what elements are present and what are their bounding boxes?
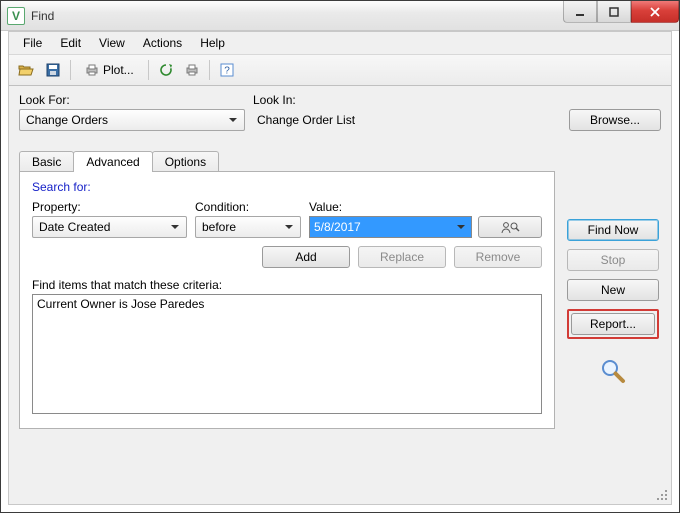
lookfor-value: Change Orders (26, 113, 108, 127)
toolbar: Plot... ? (9, 55, 671, 86)
menu-edit[interactable]: Edit (52, 34, 89, 52)
lookup-button[interactable] (478, 216, 542, 238)
app-icon: V (7, 7, 25, 25)
browse-button[interactable]: Browse... (569, 109, 661, 131)
criteria-item[interactable]: Current Owner is Jose Paredes (37, 297, 537, 311)
folder-open-icon (18, 63, 34, 77)
condition-value: before (202, 220, 236, 234)
find-window: V Find File Edit View Actions Help (0, 0, 680, 513)
search-for-label: Search for: (32, 180, 542, 194)
refresh-button[interactable] (154, 58, 178, 82)
save-icon (46, 63, 60, 77)
save-button[interactable] (41, 58, 65, 82)
printer-icon (85, 63, 99, 77)
condition-label: Condition: (195, 200, 301, 214)
remove-button[interactable]: Remove (454, 246, 542, 268)
criteria-label: Find items that match these criteria: (32, 278, 542, 292)
report-button[interactable]: Report... (571, 313, 655, 335)
property-label: Property: (32, 200, 187, 214)
titlebar[interactable]: V Find (1, 1, 679, 31)
plot-button[interactable]: Plot... (76, 58, 143, 82)
stop-button[interactable]: Stop (567, 249, 659, 271)
tab-basic[interactable]: Basic (19, 151, 74, 172)
open-button[interactable] (13, 58, 39, 82)
right-actions: Find Now Stop New Report... (567, 219, 659, 385)
report-highlight: Report... (567, 309, 659, 339)
new-button[interactable]: New (567, 279, 659, 301)
property-combo[interactable]: Date Created (32, 216, 187, 238)
condition-combo[interactable]: before (195, 216, 301, 238)
close-button[interactable] (631, 1, 679, 23)
plot-button-label: Plot... (103, 63, 134, 77)
lookfor-label: Look For: (19, 93, 245, 107)
value-label: Value: (309, 200, 542, 214)
print-button[interactable] (180, 58, 204, 82)
menu-file[interactable]: File (15, 34, 50, 52)
resize-grip[interactable] (655, 488, 669, 502)
menubar: File Edit View Actions Help (9, 32, 671, 55)
tabpanel-advanced: Search for: Property: Date Created Condi… (19, 171, 555, 429)
magnifier-icon (599, 357, 627, 385)
lookin-value: Change Order List (253, 109, 561, 131)
maximize-button[interactable] (597, 1, 631, 23)
replace-button[interactable]: Replace (358, 246, 446, 268)
find-now-button[interactable]: Find Now (567, 219, 659, 241)
criteria-list[interactable]: Current Owner is Jose Paredes (32, 294, 542, 414)
refresh-icon (159, 63, 173, 77)
lookfor-combo[interactable]: Change Orders (19, 109, 245, 131)
svg-text:?: ? (224, 66, 230, 77)
print-icon (185, 63, 199, 77)
tab-advanced[interactable]: Advanced (73, 151, 152, 172)
value-input[interactable] (309, 216, 472, 238)
menu-actions[interactable]: Actions (135, 34, 190, 52)
lookin-label: Look In: (253, 93, 561, 107)
window-title: Find (31, 9, 54, 23)
search-graphic (567, 357, 659, 385)
value-date-dropdown[interactable] (309, 216, 472, 238)
help-button[interactable]: ? (215, 58, 239, 82)
tab-options[interactable]: Options (152, 151, 219, 172)
person-search-icon (500, 220, 520, 234)
add-button[interactable]: Add (262, 246, 350, 268)
tabstrip: Basic Advanced Options (19, 147, 555, 171)
help-icon: ? (220, 63, 234, 77)
minimize-button[interactable] (563, 1, 597, 23)
menu-help[interactable]: Help (192, 34, 233, 52)
property-value: Date Created (39, 220, 110, 234)
menu-view[interactable]: View (91, 34, 133, 52)
